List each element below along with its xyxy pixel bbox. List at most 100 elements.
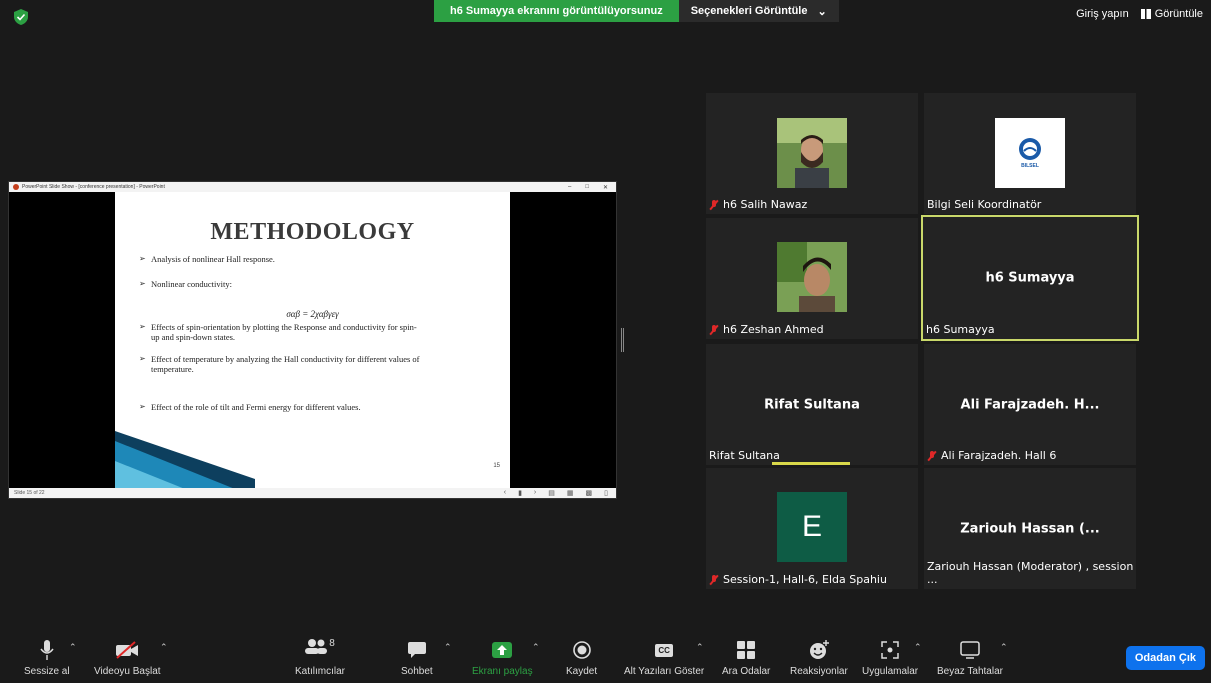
mute-label: Sessize al [24,666,70,677]
microphone-icon [40,640,54,660]
participant-tile[interactable]: Rifat Sultana Rifat Sultana [706,344,918,465]
participant-name-text: h6 Sumayya [926,323,995,336]
captions-button[interactable]: CC Alt Yazıları Göster [624,638,704,677]
slide-title: METHODOLOGY [210,219,415,245]
muted-mic-icon [709,199,719,210]
reactions-label: Reaksiyonlar [790,666,848,677]
chat-button[interactable]: Sohbet [401,638,433,677]
slide-bullet: Effects of spin-orientation by plotting … [139,322,421,342]
chevron-down-icon: ⌄ [817,5,827,18]
muted-mic-icon [927,450,937,461]
chat-options-caret-icon[interactable]: ⌃ [444,642,452,653]
captions-options-caret-icon[interactable]: ⌃ [696,642,704,653]
zoom-meeting-window: h6 Sumayya ekranını görüntülüyorsunuz Se… [0,0,1211,683]
participant-name: h6 Salih Nawaz [709,198,807,211]
participant-name: Ali Farajzadeh. Hall 6 [927,449,1056,462]
participant-name: h6 Sumayya [926,323,995,336]
participant-name-text: Session-1, Hall-6, Elda Spahiu [723,573,887,586]
meeting-toolbar: Sessize al ⌃ Videoyu Başlat ⌃ 8 Katılımc… [0,628,1211,683]
ppt-titlebar: PowerPoint Slide Show - [conference pres… [9,182,616,192]
participant-name-text: Zariouh Hassan (Moderator) , session ... [927,560,1134,586]
leave-button[interactable]: Odadan Çık [1125,646,1205,670]
share-screen-button[interactable]: Ekranı paylaş [472,638,533,677]
participant-name-text: Ali Farajzadeh. Hall 6 [941,449,1057,462]
closed-captions-icon: CC [655,643,673,657]
slide-status-text: Slide 15 of 22 [14,490,45,496]
whiteboard-options-caret-icon[interactable]: ⌃ [1000,642,1008,653]
close-icon: ✕ [602,184,608,191]
apps-icon [881,641,899,659]
view-label: Görüntüle [1154,8,1203,20]
reading-view-icon[interactable]: ▩ [586,489,593,497]
video-off-icon [116,641,139,659]
slide-bullet: Nonlinear conductivity: [139,279,421,289]
participants-label: Katılımcılar [295,666,346,677]
split-resize-handle[interactable] [621,328,624,352]
share-label: Ekranı paylaş [472,666,533,677]
sorter-view-icon[interactable]: ▦ [567,489,574,497]
participant-name: h6 Zeshan Ahmed [709,323,824,336]
mute-options-caret-icon[interactable]: ⌃ [69,642,77,653]
apps-label: Uygulamalar [862,666,919,677]
view-options-button[interactable]: Seçenekleri Görüntüle ⌄ [678,0,839,22]
window-controls: – □ ✕ [568,184,616,191]
normal-view-icon[interactable]: ▤ [548,489,555,497]
whiteboard-icon [960,641,980,659]
security-shield-icon[interactable] [14,9,28,25]
participant-tile[interactable]: BILSEL Bilgi Seli Koordinatör [924,93,1136,214]
participant-avatar: E [777,492,847,562]
participant-display-name: Ali Farajzadeh. H... [960,397,1100,412]
breakout-label: Ara Odalar [722,666,771,677]
breakout-rooms-icon [737,641,756,659]
share-options-caret-icon[interactable]: ⌃ [532,642,540,653]
participant-tile[interactable]: E Session-1, Hall-6, Elda Spahiu [706,468,918,589]
view-layout-icon [1140,9,1151,19]
whiteboards-button[interactable]: Beyaz Tahtalar [937,638,1003,677]
reactions-button[interactable]: Reaksiyonlar [790,638,848,677]
apps-button[interactable]: Uygulamalar [862,638,918,677]
chat-label: Sohbet [401,666,433,677]
participant-name-text: Bilgi Seli Koordinatör [927,198,1042,211]
participant-photo [777,242,847,312]
top-right-controls: Giriş yapın Görüntüle [1076,8,1203,20]
participant-name-text: Rifat Sultana [709,449,780,462]
video-options-caret-icon[interactable]: ⌃ [160,642,168,653]
slide-page-number: 15 [493,463,500,469]
share-screen-icon [492,642,513,658]
participant-display-name: h6 Sumayya [985,270,1075,286]
participant-photo [777,118,847,188]
next-slide-icon[interactable]: › [534,489,536,497]
start-video-button[interactable]: Videoyu Başlat [94,638,161,677]
slide-bullet: Effect of temperature by analyzing the H… [139,354,421,374]
powerpoint-icon [13,184,19,190]
participant-display-name: Rifat Sultana [764,397,860,412]
slide-decoration [115,431,255,489]
active-speaker-tile[interactable]: h6 Sumayya h6 Sumayya [921,215,1139,341]
participant-name: Bilgi Seli Koordinatör [927,198,1041,211]
restore-icon: □ [585,183,589,190]
participant-tile[interactable]: h6 Salih Nawaz [706,93,918,214]
apps-options-caret-icon[interactable]: ⌃ [914,642,922,653]
participant-tile[interactable]: Ali Farajzadeh. H... Ali Farajzadeh. Hal… [924,344,1136,465]
breakout-rooms-button[interactable]: Ara Odalar [722,638,770,677]
minimize-icon: – [568,183,572,190]
participant-display-name: Zariouh Hassan (... [960,521,1100,536]
bilsel-logo-icon [1019,138,1041,160]
participant-name-text: h6 Zeshan Ahmed [723,323,824,336]
prev-slide-icon[interactable]: ‹ [504,489,506,497]
view-options-label: Seçenekleri Görüntüle [690,5,808,17]
participants-count: 8 [329,638,335,649]
view-button[interactable]: Görüntüle [1140,8,1203,20]
video-label: Videoyu Başlat [94,666,161,677]
mute-button[interactable]: Sessize al [24,638,70,677]
participant-tile[interactable]: Zariouh Hassan (... Zariouh Hassan (Mode… [924,468,1136,589]
participant-name: Zariouh Hassan (Moderator) , session ... [927,560,1136,586]
record-icon [572,641,591,659]
participants-button[interactable]: 8 Katılımcılar [295,638,345,677]
slide-menu-icon[interactable]: ▮ [518,489,522,497]
signin-button[interactable]: Giriş yapın [1076,8,1129,20]
ppt-window-title: PowerPoint Slide Show - [conference pres… [22,184,165,190]
slideshow-view-icon[interactable]: ▯ [604,489,608,497]
record-button[interactable]: Kaydet [566,638,597,677]
participant-tile[interactable]: h6 Zeshan Ahmed [706,218,918,339]
